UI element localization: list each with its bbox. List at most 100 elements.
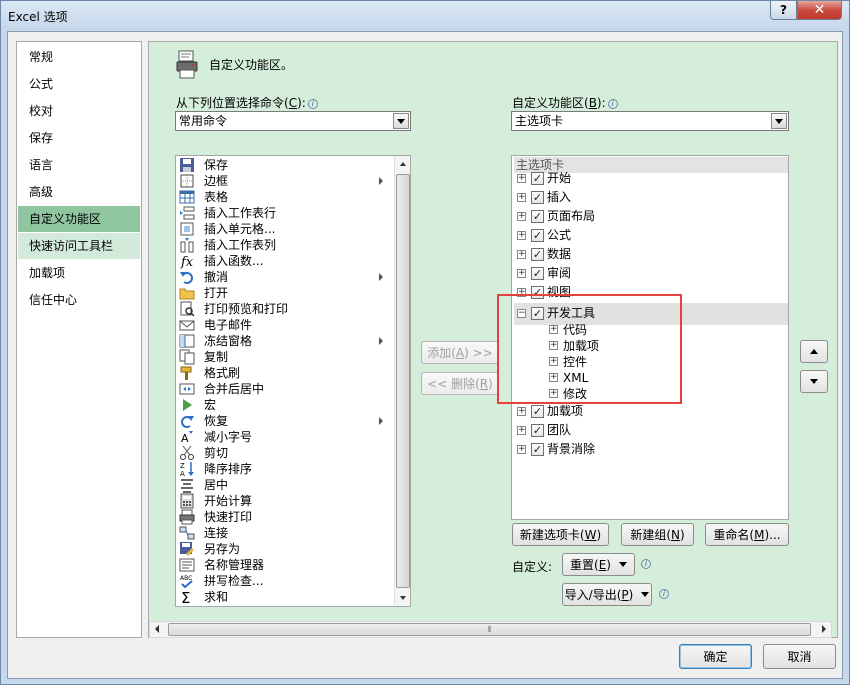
command-item[interactable]: 居中 <box>177 477 391 493</box>
move-up-button[interactable] <box>800 340 828 363</box>
new-tab-button[interactable]: 新建选项卡(W) <box>512 523 609 546</box>
command-item[interactable]: 开始计算 <box>177 493 391 509</box>
command-item[interactable]: 打印预览和打印 <box>177 301 391 317</box>
command-item[interactable]: 插入工作表列 <box>177 237 391 253</box>
ribbon-tab-item[interactable]: + ✓ 数据 <box>512 245 788 264</box>
close-button[interactable]: ✕ <box>797 1 842 20</box>
expand-icon[interactable]: + <box>517 445 526 454</box>
cancel-button[interactable]: 取消 <box>763 644 836 669</box>
command-item[interactable]: 恢复 <box>177 413 391 429</box>
rename-button[interactable]: 重命名(M)... <box>705 523 789 546</box>
commands-list-scrollbar[interactable] <box>394 156 410 606</box>
command-item[interactable]: 合并后居中 <box>177 381 391 397</box>
scroll-right-icon[interactable] <box>822 625 826 633</box>
command-item[interactable]: 名称管理器 <box>177 557 391 573</box>
commands-list[interactable]: 保存 边框 表格 插入工作表行 插入单元格... 插入工作表列 fx 插入函数... 撤消 打开打… <box>175 155 411 607</box>
scroll-left-icon[interactable] <box>155 625 159 633</box>
command-item[interactable]: 保存 <box>177 157 391 173</box>
nav-item[interactable]: 信任中心 <box>18 287 140 313</box>
expand-icon[interactable]: + <box>517 250 526 259</box>
scroll-thumb[interactable] <box>396 174 410 588</box>
command-item[interactable]: 连接 <box>177 525 391 541</box>
command-item[interactable]: 宏 <box>177 397 391 413</box>
ribbon-tab-item[interactable]: + ✓ 插入 <box>512 188 788 207</box>
expand-icon[interactable]: + <box>517 193 526 202</box>
command-item[interactable]: 复制 <box>177 349 391 365</box>
ribbon-tab-label: 插入 <box>547 190 572 204</box>
nav-item[interactable]: 快速访问工具栏 <box>18 233 140 259</box>
choose-commands-dropdown[interactable]: 常用命令 <box>175 111 411 131</box>
expand-icon[interactable]: + <box>517 426 526 435</box>
command-item[interactable]: 快速打印 <box>177 509 391 525</box>
command-item[interactable]: Z A 降序排序 <box>177 461 391 477</box>
expand-icon[interactable]: + <box>517 407 526 416</box>
ribbon-tabs-dropdown[interactable]: 主选项卡 <box>511 111 789 131</box>
nav-item[interactable]: 高级 <box>18 179 140 205</box>
command-item[interactable]: Σ 求和 <box>177 589 391 605</box>
command-item[interactable]: 边框 <box>177 173 391 189</box>
command-label: 连接 <box>204 526 229 540</box>
nav-item[interactable]: 校对 <box>18 98 140 124</box>
reset-dropdown-button[interactable]: 重置(E) <box>562 553 635 576</box>
nav-item[interactable]: 加载项 <box>18 260 140 286</box>
command-item[interactable]: 撤消 <box>177 269 391 285</box>
command-item[interactable]: 插入单元格... <box>177 221 391 237</box>
nav-item[interactable]: 自定义功能区 <box>18 206 140 232</box>
command-item[interactable]: 电子邮件 <box>177 317 391 333</box>
new-group-button[interactable]: 新建组(N) <box>621 523 694 546</box>
submenu-arrow-icon <box>379 177 383 185</box>
tab-checkbox[interactable]: ✓ <box>531 424 544 437</box>
command-item[interactable]: 格式刷 <box>177 365 391 381</box>
ribbon-tab-item[interactable]: + ✓ 审阅 <box>512 264 788 283</box>
tab-checkbox[interactable]: ✓ <box>531 229 544 242</box>
tab-checkbox[interactable]: ✓ <box>531 248 544 261</box>
nav-item[interactable]: 保存 <box>18 125 140 151</box>
command-item[interactable]: 剪切 <box>177 445 391 461</box>
command-item[interactable]: fx 插入函数... <box>177 253 391 269</box>
import-export-button[interactable]: 导入/导出(P) <box>562 583 652 606</box>
command-item[interactable]: A 减小字号 <box>177 429 391 445</box>
horizontal-scroll-thumb[interactable]: ⦀ <box>168 623 811 636</box>
command-item[interactable]: 表格 <box>177 189 391 205</box>
ribbon-tab-item[interactable]: + ✓ 开始 <box>512 169 788 188</box>
add-button[interactable]: 添加(A) >> <box>421 341 499 364</box>
expand-icon[interactable]: + <box>517 174 526 183</box>
ok-button[interactable]: 确定 <box>679 644 752 669</box>
remove-button[interactable]: << 删除(R) <box>421 372 499 395</box>
chevron-down-icon[interactable] <box>771 113 787 129</box>
scroll-up-icon[interactable] <box>395 156 410 172</box>
horizontal-scrollbar[interactable]: ⦀ <box>149 621 832 638</box>
command-item[interactable]: ABC 拼写检查... <box>177 573 391 589</box>
command-item[interactable]: 插入工作表行 <box>177 205 391 221</box>
expand-icon[interactable]: + <box>517 212 526 221</box>
ribbon-tab-item[interactable]: + ✓ 团队 <box>512 421 788 440</box>
insert-row-icon <box>180 206 195 220</box>
command-item[interactable]: 冻结窗格 <box>177 333 391 349</box>
tab-checkbox[interactable]: ✓ <box>531 267 544 280</box>
connections-icon <box>179 526 195 540</box>
expand-icon[interactable]: + <box>517 269 526 278</box>
ribbon-tab-item[interactable]: + ✓ 加载项 <box>512 402 788 421</box>
command-item[interactable]: 打开 <box>177 285 391 301</box>
tab-checkbox[interactable]: ✓ <box>531 405 544 418</box>
help-button[interactable]: ? <box>770 1 797 20</box>
ribbon-tab-item[interactable]: + ✓ 公式 <box>512 226 788 245</box>
copy-icon <box>179 349 195 365</box>
chevron-down-icon[interactable] <box>393 113 409 129</box>
nav-item[interactable]: 常规 <box>18 44 140 70</box>
command-item[interactable]: 另存为 <box>177 541 391 557</box>
tab-checkbox[interactable]: ✓ <box>531 191 544 204</box>
nav-item[interactable]: 公式 <box>18 71 140 97</box>
print-preview-icon <box>180 301 195 317</box>
expand-icon[interactable]: + <box>517 231 526 240</box>
scroll-down-icon[interactable] <box>395 590 410 606</box>
customize-ribbon-icon <box>176 50 198 79</box>
nav-item[interactable]: 语言 <box>18 152 140 178</box>
tab-checkbox[interactable]: ✓ <box>531 210 544 223</box>
ribbon-tab-label: 开始 <box>547 171 572 185</box>
ribbon-tab-item[interactable]: + ✓ 页面布局 <box>512 207 788 226</box>
tab-checkbox[interactable]: ✓ <box>531 172 544 185</box>
ribbon-tab-item[interactable]: + ✓ 背景消除 <box>512 440 788 459</box>
move-down-button[interactable] <box>800 370 828 393</box>
tab-checkbox[interactable]: ✓ <box>531 443 544 456</box>
